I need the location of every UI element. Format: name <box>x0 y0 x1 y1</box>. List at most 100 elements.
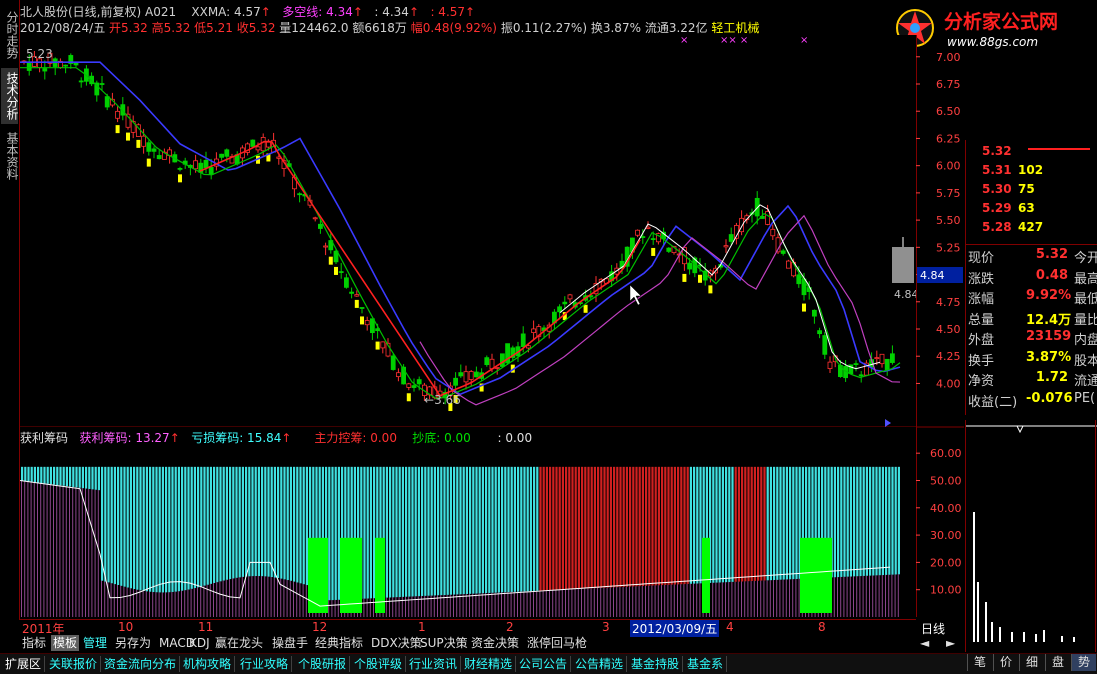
mini-tab[interactable]: 盘 <box>1045 654 1070 671</box>
profit-bar <box>529 591 531 617</box>
chip-bar <box>747 466 750 582</box>
bottom-tab[interactable]: 行业攻略 <box>237 656 293 672</box>
indicator-tab[interactable]: 指标 <box>20 635 48 651</box>
indicator-tab[interactable]: 模板 <box>51 635 80 651</box>
order-price: 5.32 <box>982 144 1012 158</box>
bottom-tab[interactable]: 公告精选 <box>572 656 628 672</box>
bottom-tab[interactable]: 行业资讯 <box>406 656 462 672</box>
mini-tab[interactable]: 笔 <box>967 654 992 671</box>
profit-bar <box>849 576 851 617</box>
profit-bar <box>862 575 864 617</box>
mini-tab[interactable]: 细 <box>1019 654 1044 671</box>
bottom-tab[interactable]: 扩展区 <box>2 656 46 672</box>
profit-bar <box>635 586 637 617</box>
tab-fundamentals[interactable]: 基本资料 <box>1 128 19 184</box>
profit-bar <box>478 593 480 617</box>
indicator-tab[interactable]: DDX决策 <box>369 635 424 651</box>
candle-body <box>531 328 537 334</box>
tab-technical-analysis[interactable]: 技术分析 <box>1 68 19 124</box>
profit-bar <box>443 595 445 617</box>
chip-bar <box>609 466 612 588</box>
bottom-tab[interactable]: 个股研报 <box>295 656 351 672</box>
mini-volume-bars <box>973 425 1075 642</box>
bottom-tab[interactable]: 基金持股 <box>628 656 684 672</box>
profit-bar <box>677 584 678 617</box>
tab-intraday[interactable]: 分时走势 <box>1 6 19 64</box>
profit-bar <box>667 584 669 617</box>
time-label: 8 <box>818 620 826 634</box>
profit-bar <box>273 577 275 617</box>
indicator-tab[interactable]: 经典指标 <box>313 635 365 651</box>
candle-body <box>494 367 500 369</box>
profit-bar <box>782 579 784 617</box>
profit-bar <box>776 579 778 617</box>
mini-tab[interactable]: 价 <box>993 654 1018 671</box>
chip-bar <box>85 466 88 489</box>
chip-bar <box>555 466 558 590</box>
chip-bar <box>677 466 680 585</box>
bottom-tab[interactable]: 基金系 <box>684 656 728 672</box>
last-price-label: 4.84 <box>920 269 945 282</box>
price-chart[interactable]: 5.23 ←3.66 4.84 × ×× × × <box>20 35 916 427</box>
chip-bar <box>558 466 561 590</box>
candle-body <box>874 357 880 360</box>
chip-bar <box>213 466 216 584</box>
profit-bar <box>853 576 854 617</box>
indicator-tab[interactable]: SUP决策 <box>418 635 470 651</box>
quote-label: 现价 <box>968 251 995 266</box>
profit-bar <box>56 484 58 617</box>
profit-bar <box>446 594 448 617</box>
profit-bar <box>216 582 218 617</box>
chip-bar <box>718 466 721 583</box>
chip-bar <box>261 466 264 577</box>
chip-bar <box>571 466 574 590</box>
bottom-tab[interactable]: 个股评级 <box>351 656 407 672</box>
chip-bar <box>597 466 600 589</box>
chip-bar <box>776 466 779 580</box>
bottom-tab[interactable]: 机构攻略 <box>180 656 236 672</box>
chip-bar <box>779 466 782 580</box>
profit-bar <box>299 583 301 617</box>
chip-bar <box>117 466 120 585</box>
quote-label: 净资 <box>968 374 995 389</box>
candle-body <box>635 229 640 236</box>
chip-bar <box>565 466 568 590</box>
indicator-tab[interactable]: 资金决策 <box>469 635 521 651</box>
bottom-tab[interactable]: 公司公告 <box>516 656 572 672</box>
indicator-tab[interactable]: 另存为 <box>113 635 153 651</box>
profit-bar <box>293 581 294 617</box>
indicator-tab[interactable]: KDJ <box>187 635 212 651</box>
candle-body <box>312 217 318 220</box>
candle-body <box>484 357 490 366</box>
candle-body <box>827 361 833 369</box>
indicator-tab[interactable]: 操盘手 <box>270 635 310 651</box>
candle-body <box>780 250 786 254</box>
price-tick-label: 6.00 <box>936 160 961 173</box>
profit-bar <box>69 486 70 617</box>
bottom-tab[interactable]: 关联报价 <box>46 656 102 672</box>
chip-bar <box>456 466 459 595</box>
chip-bar <box>584 466 587 589</box>
time-label: 4 <box>726 620 734 634</box>
chip-bar <box>760 466 763 581</box>
quote-extra-label: 最低 <box>1074 292 1097 307</box>
main-control-value: 主力控筹: 0.00 <box>314 431 397 445</box>
indicator-tab[interactable]: 赢在龙头 <box>213 635 265 651</box>
chip-indicator-chart[interactable] <box>20 445 916 617</box>
chip-bar <box>190 466 193 589</box>
mini-tab[interactable]: 势 <box>1071 654 1096 671</box>
profit-bar <box>651 585 653 617</box>
bottom-tab[interactable]: 财经精选 <box>461 656 517 672</box>
scroll-right-icon[interactable]: ► <box>944 635 957 651</box>
indicator-tab[interactable]: 管理 <box>81 635 109 651</box>
profit-bar <box>542 590 544 617</box>
chip-bar <box>59 466 62 486</box>
scroll-left-icon[interactable]: ◄ <box>918 635 931 651</box>
chip-bar <box>286 466 289 581</box>
profit-bar <box>113 584 115 617</box>
profit-bar <box>859 576 861 617</box>
bottom-tab[interactable]: 资金流向分布 <box>101 656 181 672</box>
quote-value: 9.92% <box>1026 288 1072 303</box>
chip-bar <box>241 466 244 577</box>
indicator-tab[interactable]: 涨停回马枪 <box>525 635 589 651</box>
